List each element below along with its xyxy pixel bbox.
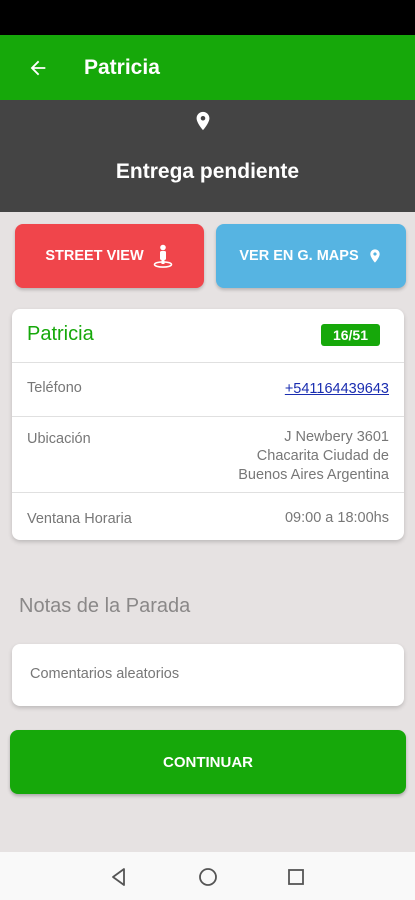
location-line-1: J Newbery 3601: [284, 429, 389, 445]
time-window-label: Ventana Horaria: [27, 511, 132, 527]
continue-label: CONTINUAR: [163, 753, 253, 771]
status-bar: [0, 0, 415, 35]
arrow-back-icon: [30, 60, 46, 75]
location-value: J Newbery 3601 Chacarita Ciudad de Bueno…: [214, 428, 389, 485]
back-button[interactable]: [22, 52, 54, 84]
customer-name: Patricia: [27, 323, 94, 345]
page-title: Patricia: [84, 55, 160, 79]
street-view-label: STREET VIEW: [45, 248, 144, 264]
nav-home-icon[interactable]: [196, 865, 220, 889]
system-nav-bar: [0, 852, 415, 900]
stop-info-card: Patricia 16/51 Teléfono +541164439643 Ub…: [12, 309, 404, 540]
notes-section-title: Notas de la Parada: [19, 595, 191, 617]
street-view-button[interactable]: STREET VIEW: [15, 224, 204, 288]
continue-button[interactable]: CONTINUAR: [10, 730, 406, 794]
street-view-person-icon: [152, 244, 174, 268]
app-bar: Patricia: [0, 35, 415, 100]
phone-link[interactable]: +541164439643: [285, 381, 389, 397]
location-pin-icon: [196, 111, 210, 131]
open-maps-button[interactable]: VER EN G. MAPS: [216, 224, 406, 288]
notes-field[interactable]: Comentarios aleatorios: [12, 644, 404, 706]
card-header: Patricia 16/51: [12, 309, 404, 363]
notes-input-text: Comentarios aleatorios: [30, 666, 180, 682]
location-row: Ubicación J Newbery 3601 Chacarita Ciuda…: [12, 417, 404, 493]
open-maps-label: VER EN G. MAPS: [239, 248, 359, 264]
location-line-3: Buenos Aires Argentina: [238, 467, 389, 483]
location-label: Ubicación: [27, 431, 91, 447]
delivery-status-panel: Entrega pendiente: [0, 100, 415, 212]
delivery-status-text: Entrega pendiente: [115, 160, 300, 183]
phone-row: Teléfono +541164439643: [12, 363, 404, 417]
nav-back-icon[interactable]: [107, 865, 131, 889]
phone-label: Teléfono: [27, 380, 82, 396]
time-window-row: Ventana Horaria 09:00 a 18:00hs: [12, 493, 404, 541]
location-pin-icon: [367, 246, 383, 266]
nav-recents-icon[interactable]: [284, 865, 308, 889]
stop-count-badge: 16/51: [321, 324, 380, 346]
time-window-value: 09:00 a 18:00hs: [284, 510, 389, 526]
location-line-2: Chacarita Ciudad de: [256, 448, 389, 464]
